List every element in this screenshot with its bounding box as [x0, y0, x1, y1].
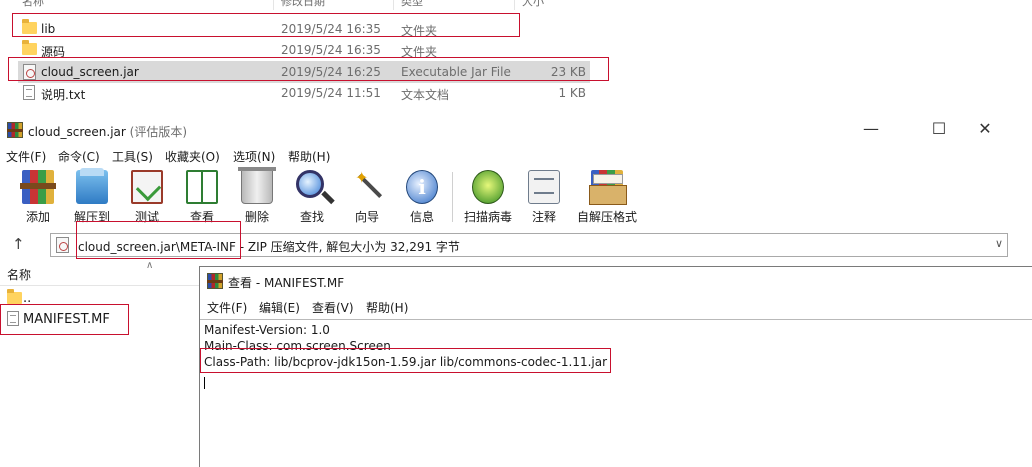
sfx-button[interactable]: 自解压格式: [577, 166, 637, 228]
list-item-name: MANIFEST.MF: [23, 312, 110, 327]
delete-icon: [238, 167, 276, 204]
list-item-manifest[interactable]: MANIFEST.MF: [4, 308, 198, 330]
viewer-menu-view[interactable]: 查看(V): [312, 299, 354, 316]
wizard-icon: [351, 168, 383, 204]
viewer-menu-file[interactable]: 文件(F): [207, 299, 247, 316]
address-info: - ZIP 压缩文件, 解包大小为 32,291 字节: [235, 240, 460, 254]
menu-command[interactable]: 命令(C): [58, 148, 100, 165]
winrar-title-text: cloud_screen.jar: [28, 125, 126, 139]
find-icon: [296, 170, 324, 198]
info-icon: i: [406, 170, 438, 204]
winrar-title: cloud_screen.jar (评估版本): [28, 123, 187, 140]
viewer-menu-bar: 文件(F) 编辑(E) 查看(V) 帮助(H): [200, 297, 1032, 317]
file-size: 1 KB: [558, 86, 586, 100]
winrar-toolbar: 添加 解压到 测试 查看 删除 查找 向导 i 信息 扫描病毒 注释 自解压格式: [0, 166, 1010, 230]
viewer-text-area[interactable]: Manifest-Version: 1.0 Main-Class: com.sc…: [200, 319, 1032, 467]
column-type[interactable]: 类型: [401, 0, 423, 9]
explorer-column-header: 名称 修改日期 类型 大小: [0, 0, 600, 10]
column-name[interactable]: 名称: [22, 0, 44, 9]
menu-help[interactable]: 帮助(H): [288, 148, 330, 165]
file-type: 文件夹: [401, 45, 438, 59]
column-divider[interactable]: [514, 0, 515, 10]
column-size[interactable]: 大小: [522, 0, 544, 9]
add-archive-icon: [20, 170, 56, 204]
file-row-source[interactable]: 源码 2019/5/24 16:35 文件夹: [18, 39, 590, 61]
folder-icon: [22, 40, 37, 55]
virus-scan-icon: [472, 170, 504, 204]
folder-icon: [22, 19, 37, 34]
list-column-name: 名称: [7, 268, 32, 282]
text-line: Class-Path: lib/bcprov-jdk15on-1.59.jar …: [204, 355, 608, 369]
archive-icon: [56, 237, 69, 253]
viewer-menu-edit[interactable]: 编辑(E): [259, 299, 300, 316]
file-icon: [7, 311, 19, 326]
file-date: 2019/5/24 16:35: [281, 43, 381, 57]
folder-icon: [7, 289, 22, 304]
list-item-parent[interactable]: ..: [4, 287, 198, 309]
file-date: 2019/5/24 16:35: [281, 22, 381, 36]
text-line: Manifest-Version: 1.0: [204, 323, 330, 337]
chevron-down-icon[interactable]: ∨: [995, 237, 1003, 250]
winrar-menu-bar: 文件(F) 命令(C) 工具(S) 收藏夹(O) 选项(N) 帮助(H): [0, 145, 1010, 165]
sort-caret-icon: ∧: [146, 260, 154, 271]
list-header[interactable]: 名称 ∧: [0, 260, 200, 286]
file-type: Executable Jar File: [401, 65, 511, 79]
address-row: ↑ cloud_screen.jar\META-INF - ZIP 压缩文件, …: [0, 231, 1010, 259]
file-date: 2019/5/24 16:25: [281, 65, 381, 79]
file-name: cloud_screen.jar: [41, 65, 139, 79]
sfx-icon: [589, 170, 627, 205]
address-text: cloud_screen.jar\META-INF - ZIP 压缩文件, 解包…: [78, 238, 460, 255]
maximize-button[interactable]: ☐: [916, 116, 962, 144]
text-file-icon: [23, 85, 35, 100]
view-icon: [186, 170, 218, 204]
file-row-lib[interactable]: lib 2019/5/24 16:35 文件夹: [18, 18, 590, 40]
file-row-readme[interactable]: 说明.txt 2019/5/24 11:51 文本文档 1 KB: [18, 82, 590, 104]
column-divider[interactable]: [273, 0, 274, 10]
up-arrow-icon[interactable]: ↑: [12, 235, 25, 253]
file-type: 文本文档: [401, 88, 450, 102]
file-size: 23 KB: [550, 65, 586, 79]
info-button[interactable]: i 信息: [392, 166, 452, 228]
file-type: 文件夹: [401, 24, 438, 38]
viewer-title: 查看 - MANIFEST.MF: [228, 276, 345, 290]
file-name: 说明.txt: [41, 88, 86, 102]
minimize-button[interactable]: —: [848, 116, 894, 144]
comment-icon: [528, 170, 560, 204]
text-cursor: [204, 377, 205, 389]
winrar-app-icon: [7, 122, 23, 138]
test-icon: [131, 170, 163, 204]
viewer-app-icon: [207, 273, 223, 289]
winrar-title-suffix: (评估版本): [129, 125, 188, 139]
jar-file-icon: [23, 64, 36, 80]
menu-file[interactable]: 文件(F): [6, 148, 46, 165]
file-row-cloud-screen-jar[interactable]: cloud_screen.jar 2019/5/24 16:25 Executa…: [18, 61, 590, 83]
viewer-window: 查看 - MANIFEST.MF 文件(F) 编辑(E) 查看(V) 帮助(H)…: [199, 266, 1032, 467]
close-button[interactable]: ✕: [962, 116, 1008, 144]
viewer-menu-help[interactable]: 帮助(H): [366, 299, 408, 316]
list-item-name: ..: [23, 291, 32, 306]
menu-options[interactable]: 选项(N): [233, 148, 275, 165]
column-date[interactable]: 修改日期: [281, 0, 325, 9]
menu-favorites[interactable]: 收藏夹(O): [165, 148, 220, 165]
address-path: cloud_screen.jar\META-INF: [78, 240, 236, 254]
address-bar[interactable]: cloud_screen.jar\META-INF - ZIP 压缩文件, 解包…: [50, 233, 1008, 257]
extract-to-icon: [76, 168, 108, 204]
file-name: lib: [41, 22, 56, 36]
column-divider[interactable]: [393, 0, 394, 10]
file-date: 2019/5/24 11:51: [281, 86, 381, 100]
text-line: Main-Class: com.screen.Screen: [204, 339, 391, 353]
comment-button[interactable]: 注释: [514, 166, 574, 228]
sfx-label: 自解压格式: [576, 210, 637, 224]
menu-tools[interactable]: 工具(S): [112, 148, 153, 165]
file-name: 源码: [41, 45, 66, 59]
